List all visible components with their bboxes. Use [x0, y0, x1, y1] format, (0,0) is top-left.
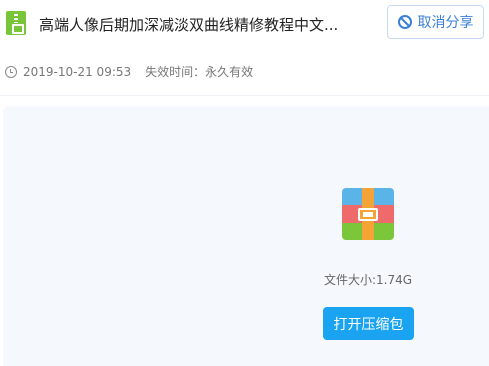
file-preview-panel: 文件大小:1.74G 打开压缩包: [3, 106, 489, 366]
share-header: 高端人像后期加深减淡双曲线精修教程中文... 取消分享 2019-10-21 0…: [0, 0, 489, 96]
share-page: 高端人像后期加深减淡双曲线精修教程中文... 取消分享 2019-10-21 0…: [0, 0, 489, 366]
archive-icon: [342, 188, 394, 240]
open-archive-button[interactable]: 打开压缩包: [323, 307, 414, 340]
cancel-share-label: 取消分享: [417, 15, 474, 31]
file-title: 高端人像后期加深减淡双曲线精修教程中文...: [39, 16, 339, 34]
file-size: 文件大小:1.74G: [323, 273, 413, 287]
share-date: 2019-10-21 09:53: [23, 64, 132, 79]
share-meta: 2019-10-21 09:53 失效时间：永久有效: [5, 63, 253, 80]
expiry-text: 失效时间：永久有效: [145, 65, 254, 79]
ban-icon: [397, 15, 412, 29]
cancel-share-button[interactable]: 取消分享: [387, 5, 484, 39]
clock-icon: [5, 65, 17, 78]
zip-file-icon: [6, 11, 26, 35]
